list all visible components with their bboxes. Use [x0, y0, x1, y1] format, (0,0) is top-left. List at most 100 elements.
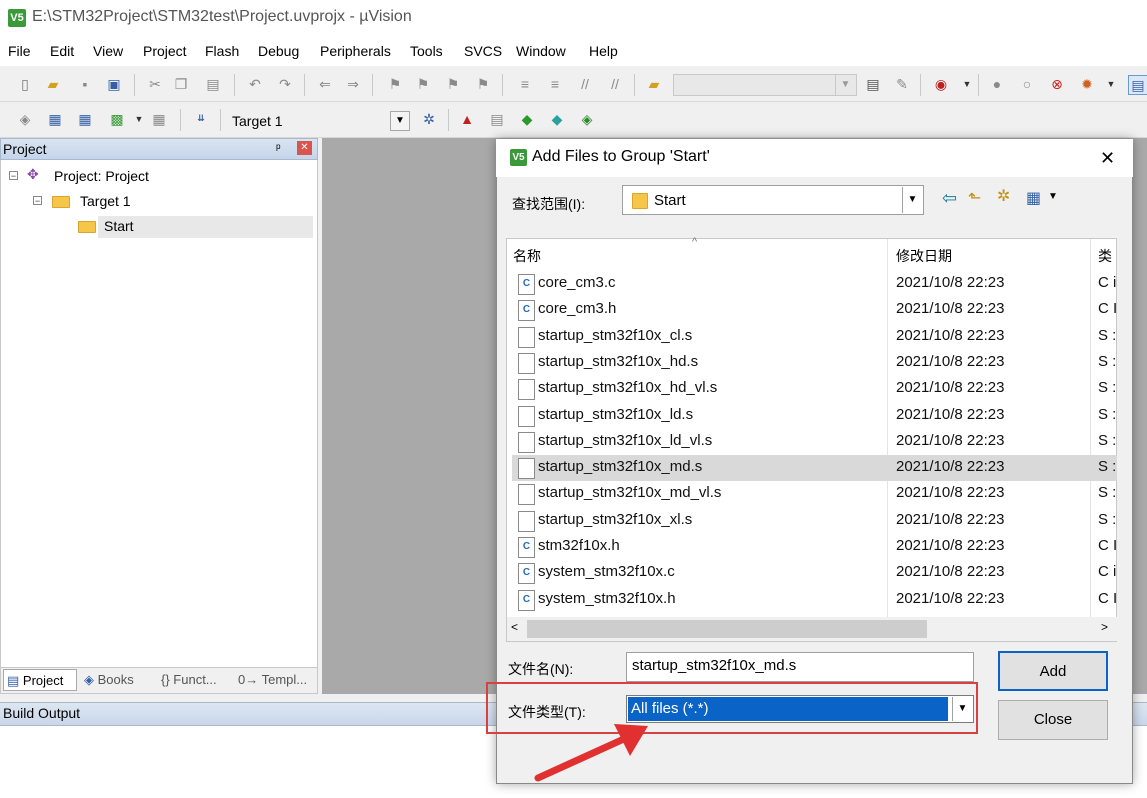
chevron-down-icon[interactable]: ▼ — [390, 111, 410, 131]
tab-functions[interactable]: {} Funct... — [161, 669, 217, 691]
tab-project[interactable]: ▤ Project — [3, 669, 77, 691]
close-icon[interactable]: ✕ — [297, 141, 312, 155]
close-icon[interactable]: ✕ — [1100, 148, 1115, 169]
chevron-down-icon[interactable]: ▼ — [958, 75, 976, 93]
stop-build-icon[interactable]: ▦ — [150, 110, 168, 128]
prev-bookmark-icon[interactable]: ⚑ — [414, 75, 432, 93]
indent-icon[interactable]: ≡ — [516, 75, 534, 93]
close-button[interactable]: Close — [998, 700, 1108, 740]
menu-flash[interactable]: Flash — [205, 43, 239, 59]
find-icon[interactable]: ▤ — [864, 75, 882, 93]
file-type-cell: S : — [1098, 326, 1117, 344]
find-in-files-icon[interactable]: ▰ — [645, 75, 663, 93]
view-menu-icon[interactable]: ▦ — [1026, 188, 1041, 208]
menu-project[interactable]: Project — [143, 43, 187, 59]
disable-breakpoint-icon[interactable]: ○ — [1018, 75, 1036, 93]
up-folder-icon[interactable]: ⬑ — [968, 188, 981, 208]
open-folder-icon[interactable]: ▰ — [44, 75, 62, 93]
add-button[interactable]: Add — [998, 651, 1108, 691]
bookmark-icon[interactable]: ⚑ — [386, 75, 404, 93]
tab-templates[interactable]: 0→ Templ... — [238, 669, 307, 691]
new-file-icon[interactable]: ▯ — [16, 75, 34, 93]
file-name-label: 文件名(N): — [508, 661, 574, 677]
file-type-cell: C i — [1098, 563, 1117, 581]
scroll-left-icon[interactable]: < — [511, 620, 518, 634]
tree-target[interactable]: Target 1 — [80, 193, 131, 209]
blank-file-icon — [518, 405, 535, 427]
select-packs-icon[interactable]: ▤ — [488, 110, 506, 128]
next-bookmark-icon[interactable]: ⚑ — [444, 75, 462, 93]
column-date[interactable]: 修改日期 — [896, 246, 952, 266]
file-date-cell: 2021/10/8 22:23 — [896, 431, 1005, 449]
redo-icon[interactable]: ↷ — [276, 75, 294, 93]
pack-installer-icon[interactable]: ◆ — [548, 110, 566, 128]
window-layout-icon[interactable]: ▤ — [1128, 75, 1147, 95]
find-combo[interactable] — [673, 74, 857, 96]
download-icon[interactable]: ⇊ — [192, 109, 210, 127]
save-all-icon[interactable]: ▣ — [105, 75, 123, 93]
scrollbar-thumb[interactable] — [527, 620, 927, 638]
tree-project-root[interactable]: Project: Project — [54, 168, 149, 184]
save-icon[interactable]: ▪ — [76, 75, 94, 93]
manage-rte-icon[interactable]: ◆ — [518, 110, 536, 128]
paste-icon[interactable]: ▤ — [204, 75, 222, 93]
menu-view[interactable]: View — [93, 43, 123, 59]
file-name-cell: startup_stm32f10x_md_vl.s — [538, 484, 722, 502]
menu-tools[interactable]: Tools — [410, 43, 443, 59]
chevron-down-icon[interactable]: ▼ — [1048, 191, 1058, 202]
debug-session-icon[interactable]: ◉ — [932, 75, 950, 93]
menu-svcs[interactable]: SVCS — [464, 43, 502, 59]
column-name[interactable]: 名称 — [513, 246, 541, 266]
uncomment-icon[interactable]: // — [606, 75, 624, 93]
file-date-cell: 2021/10/8 22:23 — [896, 379, 1005, 397]
scroll-right-icon[interactable]: > — [1101, 620, 1108, 634]
menu-file[interactable]: File — [8, 43, 31, 59]
pin-icon[interactable]: ᵖ — [276, 141, 281, 155]
chevron-down-icon[interactable]: ▼ — [902, 187, 922, 213]
build-icon[interactable]: ▦ — [46, 110, 64, 128]
file-name-cell: startup_stm32f10x_hd_vl.s — [538, 379, 718, 397]
nav-forward-icon[interactable]: ⇒ — [344, 75, 362, 93]
batch-build-icon[interactable]: ▩ — [108, 110, 126, 128]
disable-all-breakpoints-icon[interactable]: ⊗ — [1048, 75, 1066, 93]
column-type[interactable]: 类 — [1098, 246, 1112, 266]
nav-back-icon[interactable]: ⇐ — [316, 75, 334, 93]
chevron-down-icon[interactable]: ▼ — [835, 75, 855, 95]
toolbar-separator — [502, 74, 503, 96]
chevron-down-icon[interactable]: ▼ — [130, 110, 148, 128]
select-software-packs-icon[interactable]: ◈ — [578, 110, 596, 128]
file-date-cell: 2021/10/8 22:23 — [896, 352, 1005, 370]
tab-project-label: Project — [22, 673, 64, 688]
c-file-icon: C — [518, 274, 535, 295]
copy-icon[interactable]: ❐ — [172, 75, 190, 93]
menu-help[interactable]: Help — [589, 43, 618, 59]
clear-bookmarks-icon[interactable]: ⚑ — [474, 75, 492, 93]
back-arrow-icon[interactable]: ⇦ — [942, 188, 957, 209]
menu-debug[interactable]: Debug — [258, 43, 299, 59]
cut-icon[interactable]: ✂ — [146, 75, 164, 93]
target-options-icon[interactable]: ✲ — [420, 110, 438, 128]
manage-project-items-icon[interactable]: ▲ — [458, 110, 476, 128]
dialog-app-icon: V5 — [510, 149, 527, 166]
collapse-icon[interactable]: − — [33, 196, 42, 206]
menu-window[interactable]: Window — [516, 43, 566, 59]
c-file-icon: C — [518, 563, 535, 585]
unindent-icon[interactable]: ≡ — [546, 75, 564, 93]
menu-edit[interactable]: Edit — [50, 43, 74, 59]
tree-group-start[interactable]: Start — [104, 218, 134, 234]
breakpoint-icon[interactable]: ● — [988, 75, 1006, 93]
translate-icon[interactable]: ◈ — [16, 110, 34, 128]
kill-breakpoints-icon[interactable]: ✹ — [1078, 75, 1096, 93]
tab-functions-label: {} Funct... — [161, 672, 217, 687]
undo-icon[interactable]: ↶ — [246, 75, 264, 93]
tab-books[interactable]: ◈ Books — [84, 669, 134, 691]
incremental-find-icon[interactable]: ✎ — [893, 75, 911, 93]
collapse-icon[interactable]: − — [9, 171, 18, 181]
chevron-down-icon[interactable]: ▼ — [1102, 75, 1120, 93]
toolbar-separator — [372, 74, 373, 96]
menu-peripherals[interactable]: Peripherals — [320, 43, 391, 59]
comment-icon[interactable]: // — [576, 75, 594, 93]
target-select-value[interactable]: Target 1 — [232, 113, 283, 129]
new-folder-icon[interactable]: ✲ — [997, 186, 1010, 206]
rebuild-icon[interactable]: ▦ — [76, 110, 94, 128]
